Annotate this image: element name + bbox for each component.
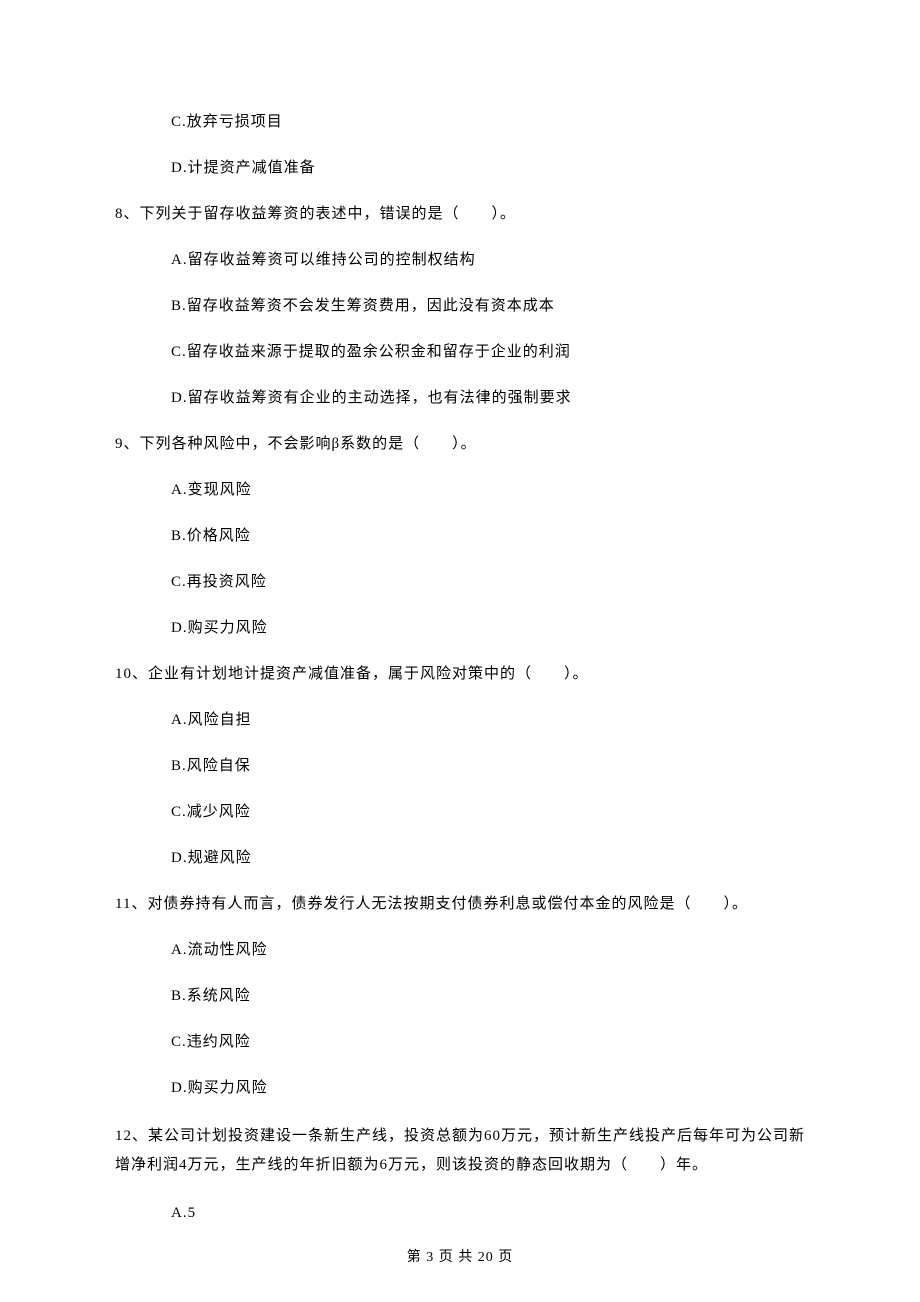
q10-stem: 10、企业有计划地计提资产减值准备，属于风险对策中的（ ）。: [115, 662, 805, 686]
q8-stem: 8、下列关于留存收益筹资的表述中，错误的是（ ）。: [115, 202, 805, 226]
q9-option-d: D.购买力风险: [171, 616, 805, 640]
q9-option-b: B.价格风险: [171, 524, 805, 548]
page-footer: 第 3 页 共 20 页: [0, 1246, 920, 1266]
q7-option-d: D.计提资产减值准备: [171, 156, 805, 180]
q8-option-a: A.留存收益筹资可以维持公司的控制权结构: [171, 248, 805, 272]
q11-stem: 11、对债券持有人而言，债券发行人无法按期支付债券利息或偿付本金的风险是（ ）。: [115, 892, 805, 916]
page-content: C.放弃亏损项目 D.计提资产减值准备 8、下列关于留存收益筹资的表述中，错误的…: [0, 0, 920, 1225]
q11-option-b: B.系统风险: [171, 984, 805, 1008]
q10-option-a: A.风险自担: [171, 708, 805, 732]
q10-option-d: D.规避风险: [171, 846, 805, 870]
q10-option-c: C.减少风险: [171, 800, 805, 824]
q8-option-c: C.留存收益来源于提取的盈余公积金和留存于企业的利润: [171, 340, 805, 364]
q9-option-c: C.再投资风险: [171, 570, 805, 594]
q12-option-a: A.5: [171, 1201, 805, 1225]
q9-stem: 9、下列各种风险中，不会影响β系数的是（ ）。: [115, 432, 805, 456]
q11-option-d: D.购买力风险: [171, 1076, 805, 1100]
q11-option-c: C.违约风险: [171, 1030, 805, 1054]
q10-option-b: B.风险自保: [171, 754, 805, 778]
q11-option-a: A.流动性风险: [171, 938, 805, 962]
q9-option-a: A.变现风险: [171, 478, 805, 502]
q7-option-c: C.放弃亏损项目: [171, 110, 805, 134]
q8-option-b: B.留存收益筹资不会发生筹资费用，因此没有资本成本: [171, 294, 805, 318]
q8-option-d: D.留存收益筹资有企业的主动选择，也有法律的强制要求: [171, 386, 805, 410]
q12-stem: 12、某公司计划投资建设一条新生产线，投资总额为60万元，预计新生产线投产后每年…: [115, 1122, 805, 1179]
